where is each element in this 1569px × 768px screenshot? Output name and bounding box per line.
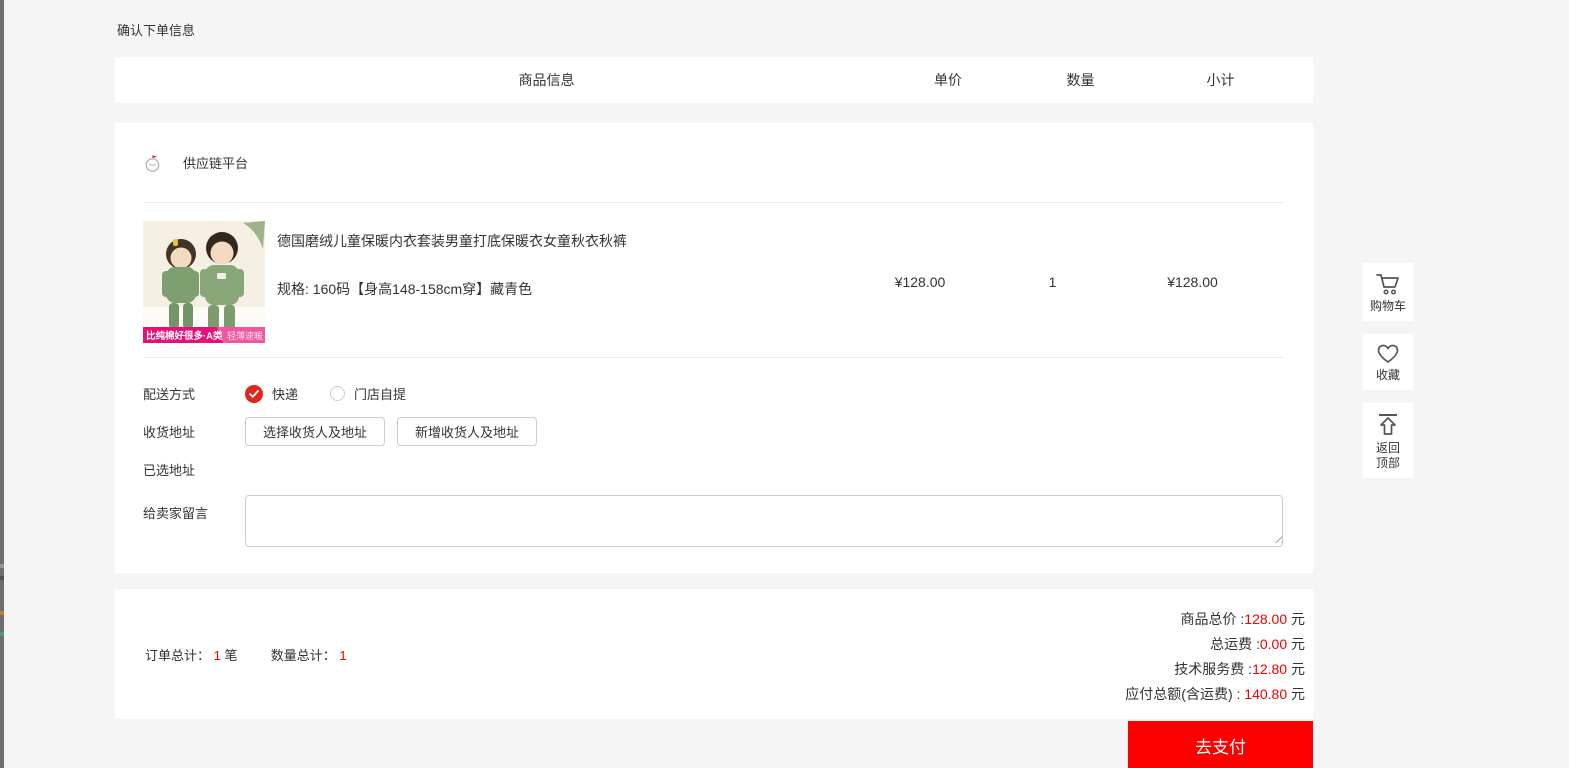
seller-message-label: 给卖家留言: [143, 495, 245, 522]
seller-message-input[interactable]: [245, 495, 1283, 547]
shipping-address-row: 收货地址 选择收货人及地址 新增收货人及地址: [143, 417, 1285, 446]
product-quantity: 1: [995, 274, 1110, 290]
favorites-shortcut[interactable]: 收藏: [1363, 334, 1413, 390]
select-address-button[interactable]: 选择收货人及地址: [245, 417, 385, 446]
header-product-info: 商品信息: [115, 70, 873, 90]
cart-label[interactable]: 购物车: [1363, 299, 1413, 314]
quantity-total-label: 数量总计：: [271, 648, 336, 663]
radio-express-label[interactable]: 快递: [272, 384, 298, 403]
scrollbar-mark: [0, 611, 4, 615]
selected-address-label: 已选地址: [143, 460, 245, 479]
delivery-method-label: 配送方式: [143, 384, 245, 403]
total-goods-row: 商品总价 :128.00 元: [143, 607, 1305, 632]
product-image-badge-left: 比纯棉好很多·A类: [146, 330, 223, 342]
shop-icon: [143, 152, 163, 174]
supplier-row: 供应链平台: [143, 123, 1285, 203]
page-title: 确认下单信息: [115, 0, 1313, 37]
order-total-label: 订单总计：: [145, 648, 210, 663]
scrollbar-mark: [0, 576, 4, 580]
heart-icon: [1376, 343, 1400, 365]
float-sidebar: 购物车 收藏 返回顶部: [1363, 263, 1413, 491]
radio-store-pickup-label[interactable]: 门店自提: [354, 384, 406, 403]
back-to-top-label[interactable]: 返回顶部: [1363, 441, 1413, 471]
checkout-page: 确认下单信息 商品信息 单价 数量 小计 供应链平台: [115, 0, 1313, 768]
pay-button[interactable]: 去支付: [1128, 721, 1313, 768]
back-to-top-icon: [1375, 412, 1401, 438]
window-scrollbar[interactable]: [0, 0, 4, 768]
header-unit-price: 单价: [873, 70, 1023, 90]
shipping-address-label: 收货地址: [143, 422, 245, 441]
radio-checked-icon[interactable]: [245, 385, 263, 403]
cart-shortcut[interactable]: 购物车: [1363, 263, 1413, 321]
product-unit-price: ¥128.00: [845, 274, 995, 290]
product-row: 比纯棉好很多·A类 轻薄速暖 德国磨绒儿童保暖内衣套装男童打底保暖衣女童秋衣秋裤…: [143, 203, 1285, 358]
favorites-label[interactable]: 收藏: [1363, 368, 1413, 383]
product-image[interactable]: 比纯棉好很多·A类 轻薄速暖: [143, 221, 265, 343]
summary-card: 商品总价 :128.00 元 总运费 :0.00 元 技术服务费 :12.80 …: [115, 589, 1313, 719]
radio-store-pickup[interactable]: 门店自提: [330, 384, 406, 403]
radio-unchecked-icon[interactable]: [330, 386, 345, 401]
product-image-badge-right: 轻薄速暖: [227, 330, 263, 341]
radio-express[interactable]: 快递: [245, 384, 298, 403]
back-to-top-shortcut[interactable]: 返回顶部: [1363, 403, 1413, 478]
cart-icon: [1375, 272, 1401, 296]
add-address-button[interactable]: 新增收货人及地址: [397, 417, 537, 446]
header-quantity: 数量: [1023, 70, 1138, 90]
total-payable-row: 应付总额(含运费) : 140.80 元: [143, 682, 1305, 707]
selected-address-row: 已选地址: [143, 460, 1285, 479]
product-subtotal: ¥128.00: [1110, 274, 1275, 290]
seller-message-row: 给卖家留言: [143, 495, 1285, 547]
header-subtotal: 小计: [1138, 70, 1303, 90]
order-counts: 订单总计： 1 笔 数量总计： 1: [145, 645, 347, 664]
order-total-value: 1: [214, 648, 221, 663]
scrollbar-mark: [0, 632, 4, 636]
supplier-name[interactable]: 供应链平台: [183, 153, 248, 172]
product-main: 德国磨绒儿童保暖内衣套装男童打底保暖衣女童秋衣秋裤 规格: 160码【身高148…: [265, 221, 845, 343]
product-title[interactable]: 德国磨绒儿童保暖内衣套装男童打底保暖衣女童秋衣秋裤: [277, 232, 845, 250]
order-form: 配送方式 快递 门店自提 收货地址 选择收货人及地址 新增收货人及地址: [143, 358, 1285, 573]
product-spec: 规格: 160码【身高148-158cm穿】藏青色: [277, 279, 845, 299]
quantity-total-value: 1: [339, 648, 346, 663]
delivery-method-row: 配送方式 快递 门店自提: [143, 384, 1285, 403]
order-table-header: 商品信息 单价 数量 小计: [115, 57, 1313, 103]
order-card: 供应链平台: [115, 123, 1313, 573]
order-total-unit: 笔: [225, 648, 238, 663]
scrollbar-mark: [0, 564, 4, 568]
